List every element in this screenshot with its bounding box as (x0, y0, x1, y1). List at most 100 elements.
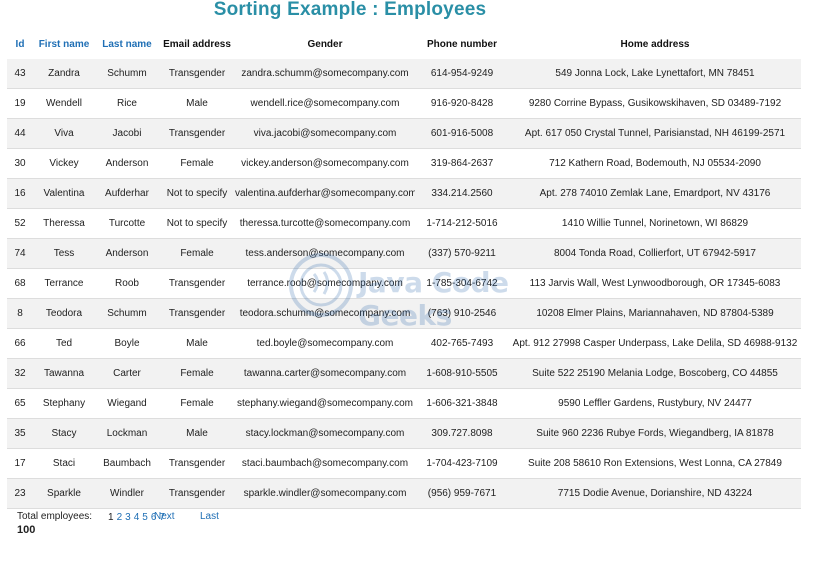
cell-gender: Not to specify (159, 178, 235, 209)
table-row: 30 Vickey Anderson Female vickey.anderson@so… (7, 148, 801, 179)
cell-gender: Transgender (159, 268, 235, 299)
cell-phone: 916-920-8428 (415, 88, 509, 119)
cell-id: 52 (7, 208, 33, 239)
cell-gender: Female (159, 388, 235, 419)
column-header-first-name[interactable]: First name (33, 29, 95, 59)
cell-last-name: Windler (95, 478, 159, 509)
table-row: 19 Wendell Rice Male wendell.rice@somecompan… (7, 88, 801, 119)
cell-gender: Female (159, 238, 235, 269)
cell-phone: 402-765-7493 (415, 328, 509, 359)
cell-address: 8004 Tonda Road, Collierfort, UT 67942-5… (509, 238, 801, 269)
page-link-3[interactable]: 3 (125, 512, 131, 523)
cell-id: 32 (7, 358, 33, 389)
cell-gender: Not to specify (159, 208, 235, 239)
cell-gender: Transgender (159, 298, 235, 329)
pagination: 1234567 (108, 511, 165, 525)
cell-first-name: Theressa (33, 208, 95, 239)
cell-phone: (763) 910-2546 (415, 298, 509, 329)
cell-first-name: Ted (33, 328, 95, 359)
cell-gender: Male (159, 88, 235, 119)
cell-first-name: Terrance (33, 268, 95, 299)
cell-phone: 1-785-304-6742 (415, 268, 509, 299)
table-header-row: Id First name Last name Email address Ge… (7, 29, 801, 59)
cell-id: 19 (7, 88, 33, 119)
cell-phone: 1-714-212-5016 (415, 208, 509, 239)
table-row: 65 Stephany Wiegand Female stephany.wiegand@… (7, 388, 801, 419)
cell-first-name: Tess (33, 238, 95, 269)
cell-gender: Transgender (159, 59, 235, 89)
cell-phone: 309.727.8098 (415, 418, 509, 449)
cell-email: stephany.wiegand@somecompany.com (235, 388, 415, 419)
cell-email: zandra.schumm@somecompany.com (235, 59, 415, 89)
cell-address: Apt. 278 74010 Zemlak Lane, Emardport, N… (509, 178, 801, 209)
cell-id: 23 (7, 478, 33, 509)
next-page-link[interactable]: Next (154, 511, 175, 522)
page-link-2[interactable]: 2 (117, 512, 123, 523)
cell-email: vickey.anderson@somecompany.com (235, 148, 415, 179)
cell-phone: 614-954-9249 (415, 59, 509, 89)
cell-last-name: Turcotte (95, 208, 159, 239)
employees-table: Id First name Last name Email address Ge… (7, 29, 801, 509)
cell-address: 113 Jarvis Wall, West Lynwoodborough, OR… (509, 268, 801, 299)
table-row: 68 Terrance Roob Transgender terrance.roob@s… (7, 268, 801, 299)
total-employees-label: Total employees: (17, 511, 93, 522)
cell-id: 8 (7, 298, 33, 329)
page-link-4[interactable]: 4 (134, 512, 140, 523)
cell-last-name: Jacobi (95, 118, 159, 149)
cell-id: 74 (7, 238, 33, 269)
cell-address: 10208 Elmer Plains, Mariannahaven, ND 87… (509, 298, 801, 329)
column-header-id[interactable]: Id (7, 29, 33, 59)
cell-email: staci.baumbach@somecompany.com (235, 448, 415, 479)
last-page-link[interactable]: Last (200, 511, 219, 522)
cell-first-name: Vickey (33, 148, 95, 179)
cell-email: ted.boyle@somecompany.com (235, 328, 415, 359)
cell-address: Suite 960 2236 Rubye Fords, Wiegandberg,… (509, 418, 801, 449)
cell-last-name: Schumm (95, 298, 159, 329)
table-row: 17 Staci Baumbach Transgender staci.baumbach… (7, 448, 801, 479)
cell-phone: (337) 570-9211 (415, 238, 509, 269)
cell-id: 44 (7, 118, 33, 149)
column-header-phone: Phone number (426, 38, 497, 50)
table-row: 32 Tawanna Carter Female tawanna.carter@some… (7, 358, 801, 389)
cell-last-name: Boyle (95, 328, 159, 359)
cell-last-name: Carter (95, 358, 159, 389)
cell-address: 9280 Corrine Bypass, Gusikowskihaven, SD… (509, 88, 801, 119)
cell-id: 66 (7, 328, 33, 359)
cell-gender: Female (159, 148, 235, 179)
cell-address: Apt. 617 050 Crystal Tunnel, Parisiansta… (509, 118, 801, 149)
table-row: 74 Tess Anderson Female tess.anderson@someco… (7, 238, 801, 269)
cell-address: 1410 Willie Tunnel, Norinetown, WI 86829 (509, 208, 801, 239)
cell-email: terrance.roob@somecompany.com (235, 268, 415, 299)
cell-id: 16 (7, 178, 33, 209)
table-row: 16 Valentina Aufderhar Not to specify valent… (7, 178, 801, 209)
cell-first-name: Stacy (33, 418, 95, 449)
cell-gender: Male (159, 328, 235, 359)
cell-email: teodora.schumm@somecompany.com (235, 298, 415, 329)
cell-last-name: Wiegand (95, 388, 159, 419)
cell-id: 30 (7, 148, 33, 179)
column-header-last-name[interactable]: Last name (95, 29, 159, 59)
cell-gender: Transgender (159, 118, 235, 149)
cell-address: 712 Kathern Road, Bodemouth, NJ 05534-20… (509, 148, 801, 179)
cell-last-name: Anderson (95, 238, 159, 269)
table-row: 66 Ted Boyle Male ted.boyle@somecompany.com 4… (7, 328, 801, 359)
total-employees-value: 100 (17, 524, 36, 536)
cell-last-name: Lockman (95, 418, 159, 449)
cell-address: Apt. 912 27998 Casper Underpass, Lake De… (509, 328, 801, 359)
cell-last-name: Baumbach (95, 448, 159, 479)
cell-address: Suite 522 25190 Melania Lodge, Boscoberg… (509, 358, 801, 389)
page-title: Sorting Example : Employees (213, 0, 487, 20)
table-row: 23 Sparkle Windler Transgender sparkle.windl… (7, 478, 801, 509)
table-row: 44 Viva Jacobi Transgender viva.jacobi@somec… (7, 118, 801, 149)
cell-phone: 334.214.2560 (415, 178, 509, 209)
cell-last-name: Anderson (95, 148, 159, 179)
cell-last-name: Roob (95, 268, 159, 299)
page-link-5[interactable]: 5 (142, 512, 148, 523)
cell-phone: 601-916-5008 (415, 118, 509, 149)
cell-id: 43 (7, 59, 33, 89)
cell-email: tawanna.carter@somecompany.com (235, 358, 415, 389)
cell-email: stacy.lockman@somecompany.com (235, 418, 415, 449)
cell-first-name: Sparkle (33, 478, 95, 509)
cell-first-name: Teodora (33, 298, 95, 329)
cell-gender: Male (159, 418, 235, 449)
